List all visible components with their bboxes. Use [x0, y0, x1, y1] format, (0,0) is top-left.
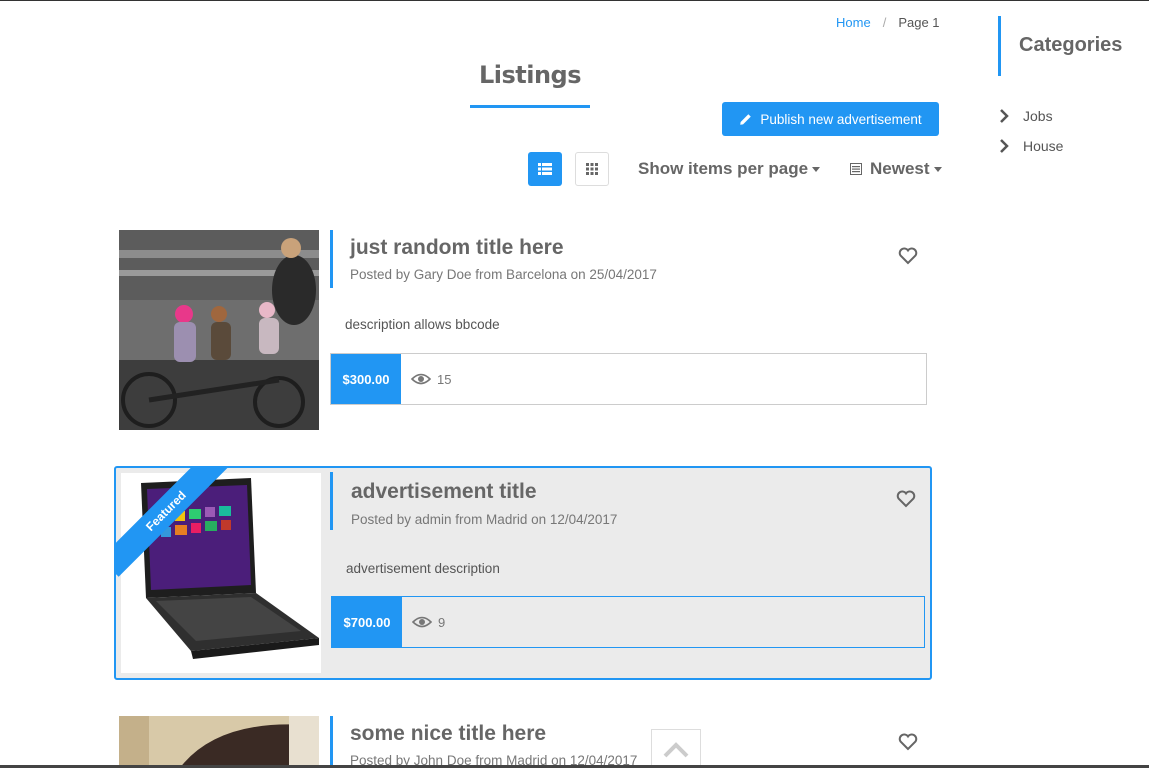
items-per-page-label: Show items per page: [638, 159, 809, 178]
breadcrumb-separator: /: [882, 15, 887, 30]
title-underline: [470, 105, 590, 108]
eye-icon: [412, 616, 432, 628]
featured-ribbon: Featured: [116, 468, 236, 588]
list-view-button[interactable]: [528, 152, 562, 186]
chevron-up-icon: [663, 741, 689, 757]
publish-button-label: Publish new advertisement: [760, 111, 922, 127]
breadcrumb-current: Page 1: [898, 15, 940, 30]
listing-accent-bar: [330, 716, 333, 768]
sort-dropdown[interactable]: Newest: [850, 159, 942, 179]
chevron-right-icon: [1000, 139, 1009, 153]
view-count-value: 9: [438, 614, 446, 630]
view-count-value: 15: [437, 371, 452, 387]
sidebar-item-jobs[interactable]: Jobs: [999, 108, 1053, 124]
price-badge: $700.00: [332, 597, 402, 647]
price-badge: $300.00: [331, 354, 401, 404]
sort-label: Newest: [870, 159, 930, 178]
sidebar-item-label: House: [1023, 138, 1064, 154]
eye-icon: [411, 373, 431, 385]
listing-price-row: $300.00 15: [330, 353, 927, 405]
caret-down-icon: [812, 167, 821, 173]
listing-description: advertisement description: [346, 561, 500, 576]
pencil-icon: [740, 113, 752, 125]
listing-accent-bar: [330, 472, 333, 530]
listing-thumbnail[interactable]: [119, 716, 319, 768]
heart-icon[interactable]: [898, 733, 918, 751]
list-view-icon: [538, 163, 552, 175]
listing-title[interactable]: just random title here: [350, 236, 564, 260]
sidebar-item-label: Jobs: [1023, 108, 1053, 124]
sidebar-item-house[interactable]: House: [999, 138, 1063, 154]
listing-meta: Posted by admin from Madrid on 12/04/201…: [351, 512, 618, 527]
categories-accent-bar: [998, 16, 1001, 76]
listing-item: some nice title here Posted by John Doe …: [119, 716, 929, 768]
chevron-right-icon: [1000, 109, 1009, 123]
items-per-page-dropdown[interactable]: Show items per page: [638, 159, 821, 179]
page-title: Listings: [478, 61, 582, 89]
view-count: 9: [412, 615, 445, 630]
listing-title[interactable]: some nice title here: [350, 722, 546, 746]
listing-item-featured: Featured advertisement title Posted by a…: [114, 466, 932, 680]
listing-meta: Posted by Gary Doe from Barcelona on 25/…: [350, 267, 657, 282]
view-count: 15: [411, 372, 451, 387]
breadcrumb: Home / Page 1: [836, 15, 940, 30]
caret-down-icon: [933, 167, 942, 173]
listing-price-row: $700.00 9: [331, 596, 925, 648]
heart-icon[interactable]: [898, 247, 918, 265]
categories-heading: Categories: [1019, 34, 1123, 56]
listing-item: just random title here Posted by Gary Do…: [119, 230, 929, 430]
listing-accent-bar: [330, 230, 333, 288]
grid-view-icon: [586, 163, 598, 175]
publish-advertisement-button[interactable]: Publish new advertisement: [722, 102, 939, 136]
listing-description: description allows bbcode: [345, 317, 500, 332]
sort-icon: [850, 163, 862, 175]
featured-badge: Featured: [116, 468, 232, 577]
breadcrumb-home-link[interactable]: Home: [836, 15, 871, 30]
scroll-to-top-button[interactable]: [651, 729, 701, 768]
grid-view-button[interactable]: [575, 152, 609, 186]
listing-thumbnail[interactable]: [119, 230, 319, 430]
listing-title[interactable]: advertisement title: [351, 480, 537, 504]
heart-icon[interactable]: [896, 490, 916, 508]
